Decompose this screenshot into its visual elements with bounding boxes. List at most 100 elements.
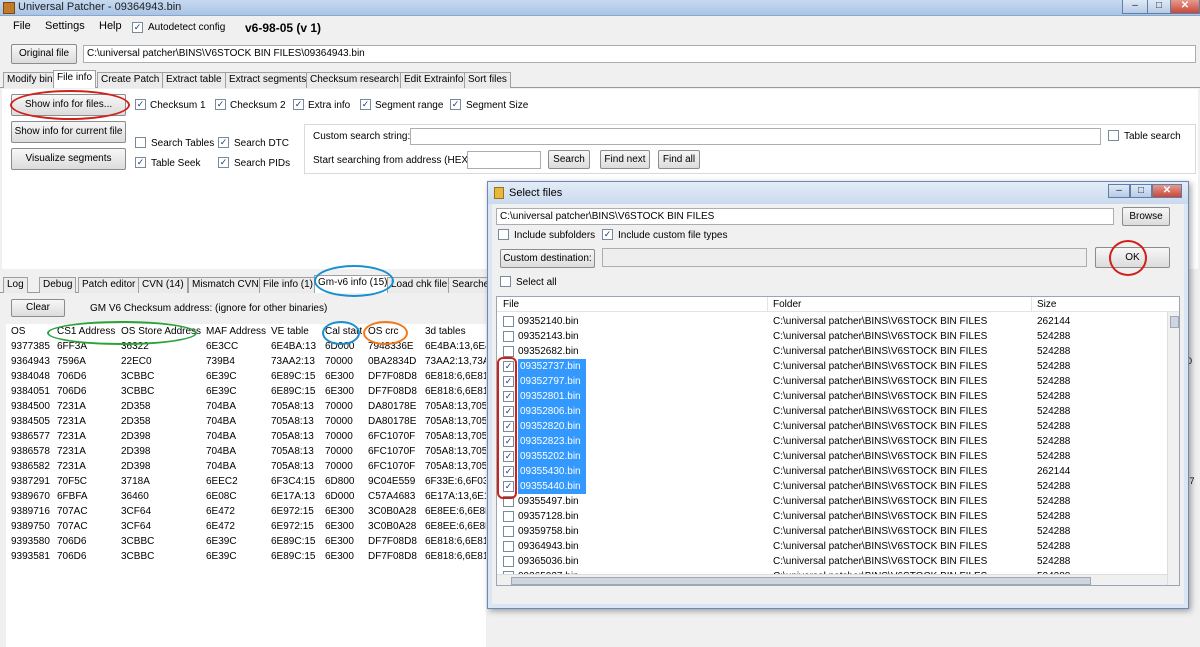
custom-destination-input[interactable]: [602, 248, 1087, 267]
tab-patch-editor[interactable]: Patch editor: [78, 277, 140, 293]
custom-search-input[interactable]: [410, 128, 1101, 145]
autodetect-checkbox[interactable]: ✓: [132, 22, 143, 33]
table-row[interactable]: 9389716 707AC 3CF64 6E472 6E972:15 6E300 3C0B0…: [6, 506, 486, 521]
file-checkbox[interactable]: [503, 316, 514, 327]
grid-col-cal-start[interactable]: Cal start: [325, 326, 362, 337]
tab-gm-v6-info[interactable]: Gm-v6 info (15): [314, 275, 392, 293]
show-info-current-button[interactable]: Show info for current file: [11, 121, 126, 143]
original-file-path[interactable]: C:\universal patcher\BINS\V6STOCK BIN FI…: [83, 45, 1196, 63]
search-dtc-checkbox[interactable]: ✓: [218, 137, 229, 148]
table-row[interactable]: 9386582 7231A 2D398 704BA 705A8:13 70000 6FC10…: [6, 461, 486, 476]
file-checkbox[interactable]: [503, 541, 514, 552]
file-row[interactable]: 09357128.bin C:\universal patcher\BINS\V6…: [497, 509, 1167, 524]
checksum1-checkbox[interactable]: ✓: [135, 99, 146, 110]
file-checkbox[interactable]: [503, 511, 514, 522]
include-custom-checkbox[interactable]: ✓: [602, 229, 613, 240]
tab-modify-bin[interactable]: Modify bin: [3, 72, 57, 88]
grid-col-os-crc[interactable]: OS crc: [368, 326, 399, 337]
file-row[interactable]: 09364943.bin C:\universal patcher\BINS\V6…: [497, 539, 1167, 554]
file-row[interactable]: ✓ 09355430.bin C:\universal patcher\BINS\V…: [497, 464, 1167, 479]
col-folder[interactable]: Folder: [773, 299, 801, 310]
tab-file-info-count[interactable]: File info (1): [259, 277, 318, 293]
tab-file-info[interactable]: File info: [53, 70, 97, 88]
start-address-input[interactable]: [467, 151, 541, 169]
tab-load-chk-file[interactable]: Load chk file: [387, 277, 452, 293]
table-row[interactable]: 9389670 6FBFA 36460 6E08C 6E17A:13 6D000 C57A4…: [6, 491, 486, 506]
grid-col-os-store[interactable]: OS Store Address: [121, 326, 201, 337]
grid-col-cs1[interactable]: CS1 Address: [57, 326, 115, 337]
file-list[interactable]: File Folder Size 09352140.bin C:\universa…: [496, 296, 1180, 586]
search-tables-checkbox[interactable]: [135, 137, 146, 148]
tab-debug[interactable]: Debug: [39, 277, 77, 293]
dialog-close-button[interactable]: ✕: [1152, 184, 1182, 198]
hscroll-thumb[interactable]: [511, 577, 1091, 585]
file-row[interactable]: ✓ 09352823.bin C:\universal patcher\BINS\V…: [497, 434, 1167, 449]
tab-mismatch-cvn[interactable]: Mismatch CVN: [188, 277, 263, 293]
search-pids-checkbox[interactable]: ✓: [218, 157, 229, 168]
file-checkbox[interactable]: [503, 526, 514, 537]
maximize-button[interactable]: □: [1147, 0, 1171, 14]
file-row[interactable]: ✓ 09352801.bin C:\universal patcher\BINS\V…: [497, 389, 1167, 404]
table-row[interactable]: 9393580 706D6 3CBBC 6E39C 6E89C:15 6E300 DF7F0…: [6, 536, 486, 551]
file-list-vscrollbar[interactable]: [1167, 312, 1179, 585]
table-row[interactable]: 9384500 7231A 2D358 704BA 705A8:13 70000 DA801…: [6, 401, 486, 416]
file-row[interactable]: ✓ 09352820.bin C:\universal patcher\BINS\V…: [497, 419, 1167, 434]
search-button[interactable]: Search: [548, 150, 590, 169]
file-row[interactable]: ✓ 09352797.bin C:\universal patcher\BINS\V…: [497, 374, 1167, 389]
browse-button[interactable]: Browse: [1122, 207, 1170, 226]
show-info-files-button[interactable]: Show info for files...: [11, 94, 126, 116]
table-row[interactable]: 9384048 706D6 3CBBC 6E39C 6E89C:15 6E300 DF7F0…: [6, 371, 486, 386]
grid-col-maf[interactable]: MAF Address: [206, 326, 266, 337]
original-file-button[interactable]: Original file: [11, 44, 77, 64]
folder-path-input[interactable]: C:\universal patcher\BINS\V6STOCK BIN FI…: [496, 208, 1114, 225]
find-all-button[interactable]: Find all: [658, 150, 700, 169]
dialog-maximize-button[interactable]: □: [1130, 184, 1152, 198]
col-file[interactable]: File: [503, 299, 519, 310]
table-row[interactable]: 9384051 706D6 3CBBC 6E39C 6E89C:15 6E300 DF7F0…: [6, 386, 486, 401]
table-row[interactable]: 9389750 707AC 3CF64 6E472 6E972:15 6E300 3C0B0…: [6, 521, 486, 536]
grid-col-3d-tables[interactable]: 3d tables: [425, 326, 466, 337]
include-subfolders-checkbox[interactable]: [498, 229, 509, 240]
menu-settings[interactable]: Settings: [45, 20, 85, 32]
clear-button[interactable]: Clear: [11, 299, 65, 317]
table-row[interactable]: 9384505 7231A 2D358 704BA 705A8:13 70000 DA801…: [6, 416, 486, 431]
file-row[interactable]: 09352682.bin C:\universal patcher\BINS\V6…: [497, 344, 1167, 359]
tab-cvn[interactable]: CVN (14): [138, 277, 188, 293]
find-next-button[interactable]: Find next: [600, 150, 650, 169]
grid-col-os[interactable]: OS: [11, 326, 25, 337]
segment-range-checkbox[interactable]: ✓: [360, 99, 371, 110]
checksum2-checkbox[interactable]: ✓: [215, 99, 226, 110]
file-row[interactable]: ✓ 09355202.bin C:\universal patcher\BINS\V…: [497, 449, 1167, 464]
dialog-minimize-button[interactable]: –: [1108, 184, 1130, 198]
minimize-button[interactable]: –: [1122, 0, 1148, 14]
file-row[interactable]: 09352143.bin C:\universal patcher\BINS\V6…: [497, 329, 1167, 344]
file-checkbox[interactable]: [503, 346, 514, 357]
tab-extract-table[interactable]: Extract table: [162, 72, 226, 88]
file-checkbox[interactable]: [503, 331, 514, 342]
table-row[interactable]: 9386577 7231A 2D398 704BA 705A8:13 70000 6FC10…: [6, 431, 486, 446]
menu-help[interactable]: Help: [99, 20, 122, 32]
table-row[interactable]: 9387291 70F5C 3718A 6EEC2 6F3C4:15 6D800 9C04E…: [6, 476, 486, 491]
vscroll-thumb[interactable]: [1170, 316, 1179, 328]
close-button[interactable]: ✕: [1170, 0, 1200, 14]
tab-edit-extrainfo[interactable]: Edit Extrainfo: [400, 72, 468, 88]
table-search-checkbox[interactable]: [1108, 130, 1119, 141]
table-seek-checkbox[interactable]: ✓: [135, 157, 146, 168]
segment-size-checkbox[interactable]: ✓: [450, 99, 461, 110]
tab-log[interactable]: Log: [3, 277, 28, 293]
visualize-segments-button[interactable]: Visualize segments: [11, 148, 126, 170]
table-row[interactable]: 9377385 6FF3A 36322 6E3CC 6E4BA:13 6D000 79483…: [6, 341, 486, 356]
file-list-hscrollbar[interactable]: [497, 574, 1167, 585]
file-row[interactable]: 09352140.bin C:\universal patcher\BINS\V6…: [497, 314, 1167, 329]
custom-destination-button[interactable]: Custom destination:: [500, 249, 595, 268]
file-row[interactable]: ✓ 09352737.bin C:\universal patcher\BINS\V…: [497, 359, 1167, 374]
col-size[interactable]: Size: [1037, 299, 1056, 310]
select-all-checkbox[interactable]: [500, 276, 511, 287]
tab-checksum-research[interactable]: Checksum research: [306, 72, 403, 88]
table-row[interactable]: 9386578 7231A 2D398 704BA 705A8:13 70000 6FC10…: [6, 446, 486, 461]
grid-col-ve[interactable]: VE table: [271, 326, 309, 337]
tab-create-patch[interactable]: Create Patch: [97, 72, 164, 88]
tab-sort-files[interactable]: Sort files: [464, 72, 511, 88]
file-row[interactable]: 09359758.bin C:\universal patcher\BINS\V6…: [497, 524, 1167, 539]
file-checkbox[interactable]: [503, 556, 514, 567]
